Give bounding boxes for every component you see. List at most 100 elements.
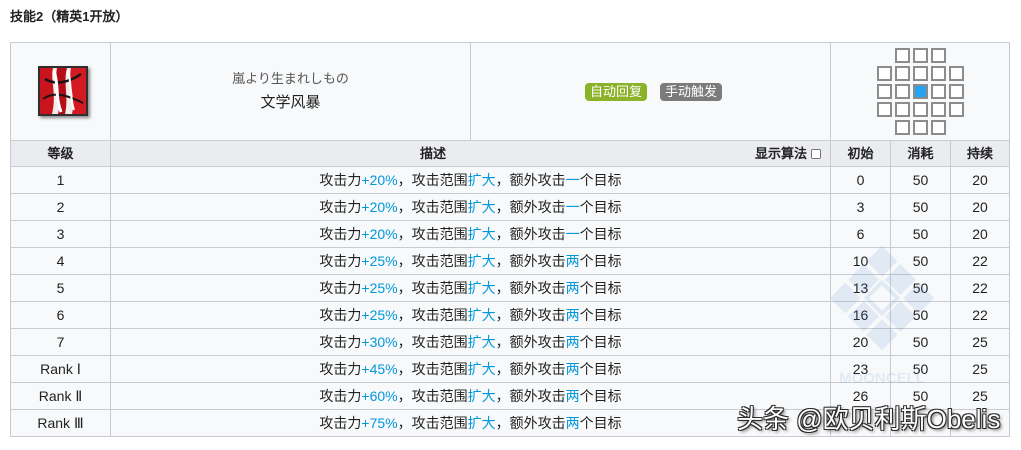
range-cell: [912, 66, 928, 81]
show-formula-toggle[interactable]: 显示算法: [755, 145, 821, 163]
show-formula-label[interactable]: 显示算法: [755, 146, 807, 161]
skill-icon-graphic: [39, 67, 86, 114]
description-text: ，额外攻击: [495, 415, 566, 431]
description-highlight: 一: [565, 172, 580, 188]
description-text: 个目标: [579, 361, 622, 377]
sp-cost-cell: 50: [890, 220, 951, 248]
description-text: ，攻击范围: [397, 415, 468, 431]
level-row: Rank Ⅱ 攻击力+60%，攻击范围扩大，额外攻击两个目标 26 50 25: [10, 382, 1011, 410]
range-cell: [894, 66, 910, 81]
description-text: 攻击力: [319, 415, 362, 431]
description-highlight: +25%: [361, 307, 398, 323]
initial-sp-cell: 10: [830, 247, 891, 275]
description-highlight: 扩大: [467, 172, 496, 188]
range-cell: [930, 84, 946, 99]
description-highlight: 两: [565, 388, 580, 404]
level-cell: 3: [10, 220, 111, 248]
description-cell: 攻击力+20%，攻击范围扩大，额外攻击一个目标: [110, 220, 831, 248]
level-cell: 6: [10, 301, 111, 329]
description-cell: 攻击力+20%，攻击范围扩大，额外攻击一个目标: [110, 193, 831, 221]
initial-sp-cell: 13: [830, 274, 891, 302]
description-highlight: 两: [565, 280, 580, 296]
description-text: ，攻击范围: [397, 388, 468, 404]
description-highlight: 扩大: [467, 307, 496, 323]
range-cell: [948, 66, 964, 81]
skill-levels-body: 1 攻击力+20%，攻击范围扩大，额外攻击一个目标 0 50 20 2 攻击力+20%，攻击…: [10, 166, 1011, 437]
initial-sp-cell: 6: [830, 220, 891, 248]
level-row: Rank Ⅲ 攻击力+75%，攻击范围扩大，额外攻击两个目标: [10, 409, 1011, 437]
description-text: ，额外攻击: [495, 199, 566, 215]
description-cell: 攻击力+20%，攻击范围扩大，额外攻击一个目标: [110, 166, 831, 194]
attack-range-cell: [829, 42, 1011, 141]
level-row: 7 攻击力+30%，攻击范围扩大，额外攻击两个目标 20 50 25: [10, 328, 1011, 356]
description-text: 个目标: [579, 388, 622, 404]
range-cell: [948, 102, 964, 117]
description-text: 攻击力: [319, 388, 362, 404]
description-text: 攻击力: [319, 280, 362, 296]
range-cell: [894, 120, 910, 135]
range-cell: [894, 84, 910, 99]
description-highlight: 扩大: [467, 199, 496, 215]
duration-cell: 25: [949, 328, 1011, 356]
level-row: 5 攻击力+25%，攻击范围扩大，额外攻击两个目标 13 50 22: [10, 274, 1011, 302]
description-text: 个目标: [579, 280, 622, 296]
show-formula-checkbox[interactable]: [811, 148, 821, 159]
description-highlight: +30%: [361, 334, 398, 350]
description-text: ，攻击范围: [397, 172, 468, 188]
description-highlight: +45%: [361, 361, 398, 377]
description-cell: 攻击力+30%，攻击范围扩大，额外攻击两个目标: [110, 328, 831, 356]
description-highlight: 扩大: [467, 334, 496, 350]
range-cell: [876, 84, 892, 99]
duration-cell: 20: [949, 193, 1011, 221]
skill-name-cell: 嵐より生まれしもの 文学风暴: [110, 42, 471, 141]
range-cell: [930, 48, 946, 63]
description-highlight: 两: [565, 334, 580, 350]
description-text: 个目标: [579, 415, 622, 431]
description-highlight: +20%: [361, 199, 398, 215]
description-text: 攻击力: [319, 172, 362, 188]
level-cell: Rank Ⅰ: [10, 355, 111, 383]
range-cell: [894, 102, 910, 117]
description-highlight: 扩大: [467, 280, 496, 296]
header-level: 等级: [10, 140, 111, 167]
description-highlight: 扩大: [467, 415, 496, 431]
header-sp-cost: 消耗: [890, 140, 951, 167]
description-cell: 攻击力+25%，攻击范围扩大，额外攻击两个目标: [110, 247, 831, 275]
description-text: ，攻击范围: [397, 280, 468, 296]
description-highlight: 扩大: [467, 253, 496, 269]
skill-tags: 自动回复 手动触发: [477, 82, 830, 101]
description-text: 攻击力: [319, 199, 362, 215]
description-text: ，额外攻击: [495, 388, 566, 404]
description-text: 个目标: [579, 199, 622, 215]
level-row: 1 攻击力+20%，攻击范围扩大，额外攻击一个目标 0 50 20: [10, 166, 1011, 194]
level-cell: Rank Ⅱ: [10, 382, 111, 410]
skill-icon-cell: [10, 42, 111, 141]
range-cell: [930, 102, 946, 117]
description-highlight: +25%: [361, 280, 398, 296]
skill-table: 嵐より生まれしもの 文学风暴 自动回复 手动触发 等级 显示算法 描述 初始 消…: [10, 42, 1011, 437]
duration-cell: 22: [949, 247, 1011, 275]
range-cell: [930, 66, 946, 81]
description-highlight: +20%: [361, 172, 398, 188]
description-cell: 攻击力+25%，攻击范围扩大，额外攻击两个目标: [110, 274, 831, 302]
description-highlight: +20%: [361, 226, 398, 242]
description-text: 个目标: [579, 226, 622, 242]
description-cell: 攻击力+75%，攻击范围扩大，额外攻击两个目标: [110, 409, 831, 437]
range-cell: [894, 48, 910, 63]
level-cell: 5: [10, 274, 111, 302]
description-text: 个目标: [579, 307, 622, 323]
sp-cost-cell: 50: [890, 382, 951, 410]
initial-sp-cell: 0: [830, 166, 891, 194]
sp-cost-cell: [890, 409, 951, 437]
header-duration: 持续: [949, 140, 1011, 167]
description-text: ，攻击范围: [397, 361, 468, 377]
description-cell: 攻击力+45%，攻击范围扩大，额外攻击两个目标: [110, 355, 831, 383]
level-cell: 1: [10, 166, 111, 194]
sp-cost-cell: 50: [890, 301, 951, 329]
range-cell: [876, 102, 892, 117]
description-highlight: 扩大: [467, 361, 496, 377]
header-initial-sp: 初始: [830, 140, 891, 167]
header-description-label: 描述: [419, 145, 446, 161]
description-text: 攻击力: [319, 253, 362, 269]
attack-range-grid: [876, 48, 964, 135]
